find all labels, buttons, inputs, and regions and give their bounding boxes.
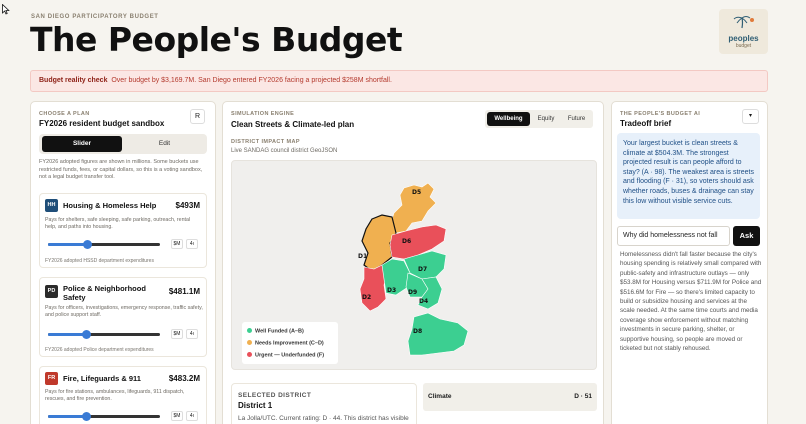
ai-caption: THE PEOPLE'S BUDGET AI [620,111,701,117]
plan-title: FY2026 resident budget sandbox [39,119,165,128]
district-label-d5: D5 [412,189,421,196]
police-badge: PD [45,285,58,298]
alert-label: Budget reality check [39,77,108,84]
slider-fill [48,243,88,246]
metric-value: D · 51 [574,393,592,400]
fire-badge: FR [45,372,58,385]
unit-toggle[interactable]: $M [171,411,183,421]
map-source: Live SANDAG council district GeoJSON [231,148,338,154]
district-label-d7: D7 [418,266,427,273]
legend-needs-improvement: Needs Improvement (C–D) [247,340,324,347]
mode-toggle: Slider Edit [39,134,207,154]
district-label-d4: D4 [419,298,428,305]
logo-subword: budget [735,42,752,49]
slider-knob[interactable] [82,240,92,249]
card-source: FY2026 adopted Police department expendi… [45,347,154,353]
reset-button[interactable]: R [190,109,205,124]
unit-toggle[interactable]: $M [171,239,183,249]
ask-button[interactable]: Ask [733,226,760,246]
tradeoff-brief: Your largest bucket is clean streets & c… [617,133,760,219]
district-label-d6: D6 [402,238,411,245]
card-amount: $481.1M [168,287,200,296]
metric-label: Climate [428,393,452,400]
logo-word: peoples [728,33,759,43]
district-label-d2: D2 [362,294,371,301]
budget-card-police: PD Police & Neighborhood Safety $481.1M … [39,277,207,357]
page-title: The People's Budget [30,20,403,59]
selected-district-text: La Jolla/UTC. Current rating: D · 44. Th… [238,415,409,422]
alert-message: Over budget by $3,169.7M. San Diego ente… [111,77,392,84]
card-description: Pays for shelters, safe sleeping, safe p… [45,217,191,230]
slider-knob[interactable] [81,412,91,421]
legend-well-funded: Well Funded (A–B) [247,328,304,335]
unit-toggle[interactable]: $M [171,329,183,339]
mode-edit-button[interactable]: Edit [125,136,204,152]
ai-title: Tradeoff brief [620,119,672,128]
simulation-caption: SIMULATION ENGINE [231,111,295,117]
card-amount: $493M [175,201,200,210]
slider-fill [48,333,87,336]
budget-card-housing: HH Housing & Homeless Help $493M Pays fo… [39,193,207,268]
selected-district-card: SELECTED DISTRICT District 1 La Jolla/UT… [231,383,417,424]
selected-caption: SELECTED DISTRICT [238,392,312,399]
ai-menu-button[interactable]: ▾ [742,109,759,124]
unit-alt-toggle[interactable]: 4ı [186,411,198,421]
housing-slider[interactable] [48,240,160,249]
fire-slider[interactable] [48,412,160,421]
unit-alt-toggle[interactable]: 4ı [186,329,198,339]
card-description: Pays for fire stations, ambulances, life… [45,389,185,402]
card-amount: $483.2M [168,374,200,383]
plan-note: FY2026 adopted figures are shown in mill… [39,159,203,180]
palm-tree-icon [733,15,754,28]
police-slider[interactable] [48,330,160,339]
slider-fill [48,415,87,418]
district-label-d8: D8 [413,328,422,335]
tab-future[interactable]: Future [562,112,591,126]
simulation-title: Clean Streets & Climate-led plan [231,120,355,129]
plan-caption: CHOOSE A PLAN [39,111,90,117]
climate-metric[interactable]: Climate D · 51 [423,383,597,411]
legend-urgent: Urgent — Underfunded (F) [247,352,324,359]
slider-knob[interactable] [81,330,91,339]
card-name: Fire, Lifeguards & 911 [63,374,141,383]
tab-equity[interactable]: Equity [532,112,560,126]
card-description: Pays for officers, investigations, emerg… [45,305,203,318]
card-name: Police & Neighborhood Safety [63,284,146,302]
card-source: FY2026 adopted HSSD department expenditu… [45,258,154,264]
map-caption: DISTRICT IMPACT MAP [231,139,300,145]
lens-tabs: Wellbeing Equity Future [485,110,593,128]
map-legend: Well Funded (A–B) Needs Improvement (C–D… [242,322,338,364]
budget-alert: Budget reality check Over budget by $3,1… [30,70,768,92]
selected-district-name: District 1 [238,401,273,410]
district-label-d1: D1 [358,253,367,260]
mouse-cursor-icon [2,4,10,15]
ai-answer: Homelessness didn't fall faster because … [620,251,762,353]
tab-wellbeing[interactable]: Wellbeing [487,112,530,126]
housing-badge: HH [45,199,58,212]
mode-slider-button[interactable]: Slider [42,136,122,152]
budget-card-fire: FR Fire, Lifeguards & 911 $483.2M Pays f… [39,366,207,424]
card-name: Housing & Homeless Help [63,201,157,210]
peoples-budget-logo: peoples budget [719,9,768,54]
district-label-d3: D3 [387,287,396,294]
district-label-d9: D9 [408,289,417,296]
unit-alt-toggle[interactable]: 4ı [186,239,198,249]
question-input[interactable]: Why did homelessness not fall [617,226,730,246]
